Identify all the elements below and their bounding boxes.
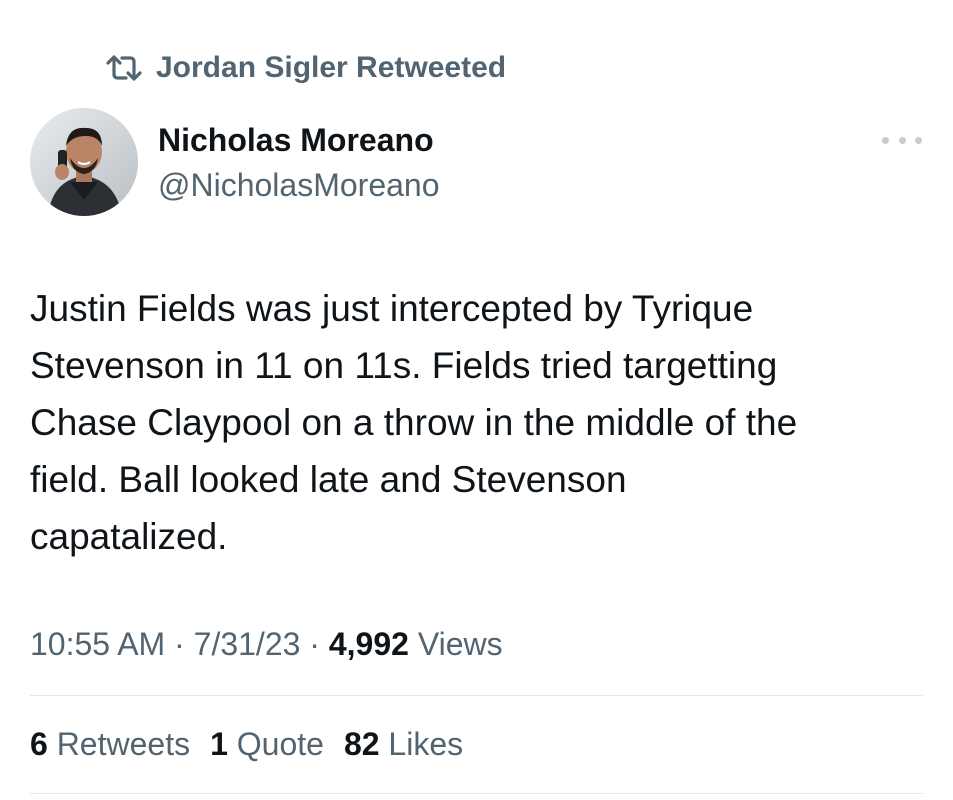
- likes-stat[interactable]: 82 Likes: [344, 722, 463, 766]
- tweet-time[interactable]: 10:55 AM: [30, 626, 165, 662]
- divider: [30, 793, 923, 794]
- views-count: 4,992: [328, 626, 409, 662]
- tweet-date[interactable]: 7/31/23: [194, 626, 301, 662]
- more-dot: [882, 136, 889, 144]
- retweets-count: 6: [30, 726, 48, 762]
- quotes-stat[interactable]: 1 Quote: [210, 722, 324, 766]
- meta-separator: ·: [165, 626, 194, 662]
- author-block[interactable]: Nicholas Moreano @NicholasMoreano: [158, 120, 440, 206]
- retweets-label: Retweets: [56, 726, 191, 762]
- more-dot: [898, 136, 906, 144]
- divider: [30, 695, 923, 696]
- tweet-text: Justin Fields was just intercepted by Ty…: [30, 288, 798, 557]
- retweet-context[interactable]: Jordan Sigler Retweeted: [104, 50, 506, 86]
- tweet-card: Jordan Sigler Retweeted Nicholas Moreano…: [0, 0, 953, 800]
- retweets-stat[interactable]: 6 Retweets: [30, 722, 190, 766]
- tweet-meta: 10:55 AM · 7/31/23 · 4,992 Views: [30, 622, 503, 666]
- more-options-icon[interactable]: [882, 130, 922, 150]
- more-dot: [915, 136, 922, 144]
- views-label: Views: [417, 626, 503, 662]
- likes-count: 82: [343, 726, 380, 762]
- retweet-icon: [104, 52, 144, 84]
- author-handle[interactable]: @NicholasMoreano: [158, 164, 440, 206]
- quotes-count: 1: [210, 726, 228, 762]
- meta-separator: ·: [300, 626, 329, 662]
- likes-label: Likes: [388, 726, 464, 762]
- author-name[interactable]: Nicholas Moreano: [158, 120, 440, 160]
- avatar[interactable]: [30, 108, 138, 216]
- engagement-stats: 6 Retweets 1 Quote 82 Likes: [30, 722, 483, 766]
- quotes-label: Quote: [236, 726, 324, 762]
- retweet-context-label: Jordan Sigler Retweeted: [156, 51, 507, 84]
